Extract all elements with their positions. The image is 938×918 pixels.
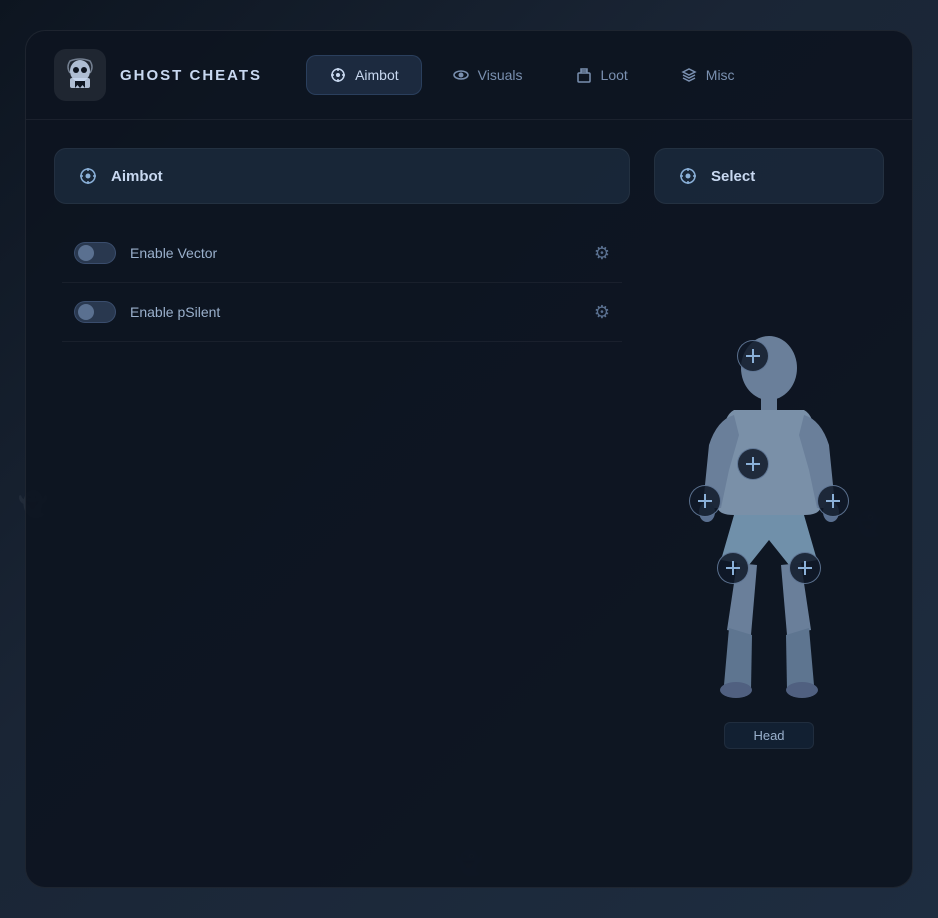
hitmarker-left-arm[interactable] xyxy=(689,485,721,517)
setting-psilent-label: Enable pSilent xyxy=(130,304,220,320)
aimbot-section-header: Aimbot xyxy=(54,148,630,204)
content-area: Aimbot Enable Vector ⚙ xyxy=(26,120,912,887)
tab-visuals[interactable]: Visuals xyxy=(430,55,545,95)
aimbot-section-icon xyxy=(77,165,99,187)
aimbot-section-title: Aimbot xyxy=(111,168,163,185)
crosshair-inner-larm xyxy=(698,494,712,508)
body-figure xyxy=(679,330,859,710)
setting-vector-label: Enable Vector xyxy=(130,245,217,261)
logo-icon xyxy=(54,49,106,101)
settings-list: Enable Vector ⚙ Enable pSilent ⚙ xyxy=(54,224,630,342)
layers-icon xyxy=(680,66,698,84)
toggle-enable-vector[interactable] xyxy=(74,242,116,264)
hitmarker-chest[interactable] xyxy=(737,448,769,480)
body-selection-label: Head xyxy=(724,722,813,749)
setting-vector-left: Enable Vector xyxy=(74,242,217,264)
right-panel: Select xyxy=(654,148,884,859)
hitmarker-right-arm[interactable] xyxy=(817,485,849,517)
setting-enable-vector: Enable Vector ⚙ xyxy=(62,224,622,283)
tab-aimbot[interactable]: Aimbot xyxy=(306,55,422,95)
tab-misc[interactable]: Misc xyxy=(658,55,757,95)
body-svg xyxy=(679,330,859,710)
setting-enable-psilent: Enable pSilent ⚙ xyxy=(62,283,622,342)
crosshair-inner-lhip xyxy=(726,561,740,575)
select-icon xyxy=(677,165,699,187)
gear-icon-vector[interactable]: ⚙ xyxy=(594,243,610,264)
eye-icon xyxy=(452,66,470,84)
setting-psilent-left: Enable pSilent xyxy=(74,301,220,323)
tab-loot-label: Loot xyxy=(601,67,628,83)
hitmarker-right-hip[interactable] xyxy=(789,552,821,584)
logo-container: GHOST CHEATS xyxy=(54,49,262,101)
tab-misc-label: Misc xyxy=(706,67,735,83)
main-panel: GHOST CHEATS Aimbot xyxy=(25,30,913,888)
tab-loot[interactable]: Loot xyxy=(553,55,650,95)
hitmarker-left-hip[interactable] xyxy=(717,552,749,584)
crosshair-inner-chest xyxy=(746,457,760,471)
tab-visuals-label: Visuals xyxy=(478,67,523,83)
crosshair-icon xyxy=(329,66,347,84)
brand-icon xyxy=(62,57,98,93)
nav-tabs: Aimbot Visuals xyxy=(306,55,757,95)
hitmarker-head[interactable] xyxy=(737,340,769,372)
gear-icon-psilent[interactable]: ⚙ xyxy=(594,302,610,323)
crosshair-inner-rhip xyxy=(798,561,812,575)
app-title: GHOST CHEATS xyxy=(120,67,262,84)
body-model-container: Head xyxy=(654,220,884,859)
select-title: Select xyxy=(711,168,755,185)
toggle-thumb-vector xyxy=(78,245,94,261)
box-icon xyxy=(575,66,593,84)
select-header[interactable]: Select xyxy=(654,148,884,204)
toggle-enable-psilent[interactable] xyxy=(74,301,116,323)
tab-aimbot-label: Aimbot xyxy=(355,67,399,83)
left-panel: Aimbot Enable Vector ⚙ xyxy=(54,148,630,859)
crosshair-inner-head xyxy=(746,349,760,363)
crosshair-inner-rarm xyxy=(826,494,840,508)
header: GHOST CHEATS Aimbot xyxy=(26,31,912,120)
toggle-thumb-psilent xyxy=(78,304,94,320)
